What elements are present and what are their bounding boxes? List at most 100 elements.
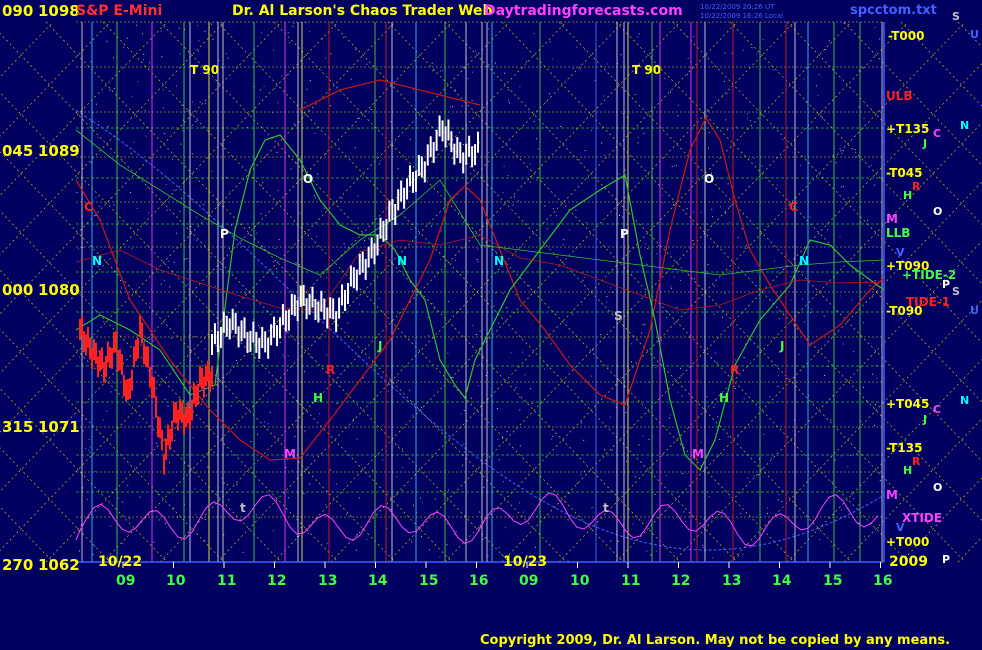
background-dot — [706, 396, 708, 398]
background-dot — [700, 441, 702, 443]
background-dot — [591, 507, 593, 509]
background-dot — [231, 224, 233, 226]
background-dot — [353, 418, 355, 420]
background-dot — [431, 225, 433, 227]
background-dot — [747, 477, 749, 479]
background-dot — [847, 197, 849, 199]
background-dot — [153, 541, 155, 543]
background-dot — [479, 511, 481, 513]
background-dot — [211, 23, 213, 25]
background-dot — [529, 163, 531, 165]
background-dot — [470, 180, 472, 182]
background-dot — [463, 410, 465, 411]
background-dot — [498, 322, 500, 324]
background-dot — [395, 81, 397, 82]
background-dot — [455, 179, 457, 181]
background-dot — [703, 547, 705, 548]
background-dot — [113, 88, 115, 90]
background-dot — [676, 164, 677, 166]
background-dot — [440, 230, 442, 232]
background-dot — [174, 434, 176, 436]
background-dot — [267, 423, 269, 425]
background-dot — [631, 361, 632, 363]
background-dot — [357, 118, 359, 119]
background-dot — [719, 439, 721, 440]
background-dot — [357, 195, 359, 197]
background-dot — [325, 504, 327, 506]
background-dot — [130, 191, 131, 193]
background-dot — [753, 157, 755, 159]
background-dot — [831, 481, 833, 483]
hour-label: 14 — [368, 573, 388, 589]
background-dot — [494, 62, 496, 64]
planet-letter: J — [922, 413, 927, 426]
background-dot — [86, 499, 88, 500]
background-dot — [606, 301, 608, 303]
background-dot — [446, 146, 448, 148]
background-dot — [226, 484, 228, 486]
background-dot — [95, 196, 97, 198]
background-dot — [152, 340, 154, 342]
background-dot — [378, 297, 380, 299]
background-dot — [122, 543, 124, 544]
background-dot — [187, 283, 189, 285]
background-dot — [575, 46, 577, 48]
background-dot — [211, 170, 213, 172]
background-dot — [625, 412, 627, 414]
background-dot — [479, 142, 481, 143]
background-dot — [94, 545, 96, 547]
chart-letter: C — [789, 200, 798, 214]
background-dot — [839, 295, 841, 297]
background-dot — [643, 132, 645, 134]
background-dot — [867, 220, 868, 222]
background-dot — [804, 321, 806, 323]
background-dot — [809, 128, 811, 130]
chart-letter: O — [303, 172, 313, 186]
background-dot — [546, 228, 548, 230]
background-dot — [184, 206, 186, 208]
background-dot — [530, 388, 532, 390]
background-dot — [306, 88, 308, 90]
background-dot — [713, 314, 715, 315]
background-dot — [874, 26, 876, 28]
background-dot — [740, 513, 742, 514]
site-name[interactable]: Daytradingforecasts.com — [484, 3, 683, 19]
background-dot — [343, 243, 345, 245]
background-dot — [260, 184, 262, 186]
background-dot — [167, 405, 169, 407]
background-dot — [839, 148, 841, 150]
background-dot — [443, 255, 445, 257]
background-dot — [714, 404, 716, 406]
background-dot — [113, 204, 115, 206]
background-dot — [654, 494, 656, 495]
chart-letter: N — [92, 254, 102, 268]
background-dot — [482, 355, 484, 357]
background-dot — [330, 469, 332, 471]
background-dot — [502, 437, 503, 439]
background-dot — [506, 307, 508, 309]
background-dot — [682, 473, 684, 474]
background-dot — [721, 515, 723, 517]
background-dot — [287, 73, 289, 75]
background-dot — [300, 527, 302, 529]
background-dot — [192, 124, 194, 126]
background-dot — [319, 413, 321, 415]
background-dot — [265, 155, 267, 156]
background-dot — [137, 422, 139, 424]
chart-letter: R — [326, 363, 335, 377]
background-dot — [611, 449, 613, 451]
background-dot — [131, 95, 133, 97]
background-dot — [118, 497, 119, 499]
background-dot — [285, 467, 287, 468]
background-dot — [192, 437, 194, 439]
background-dot — [230, 405, 232, 407]
background-dot — [174, 439, 176, 441]
background-dot — [522, 511, 524, 513]
background-dot — [419, 497, 421, 499]
background-dot — [551, 58, 553, 60]
background-dot — [590, 375, 592, 377]
background-dot — [673, 204, 674, 206]
background-dot — [117, 221, 119, 223]
background-dot — [229, 372, 231, 374]
background-dot — [524, 374, 526, 376]
